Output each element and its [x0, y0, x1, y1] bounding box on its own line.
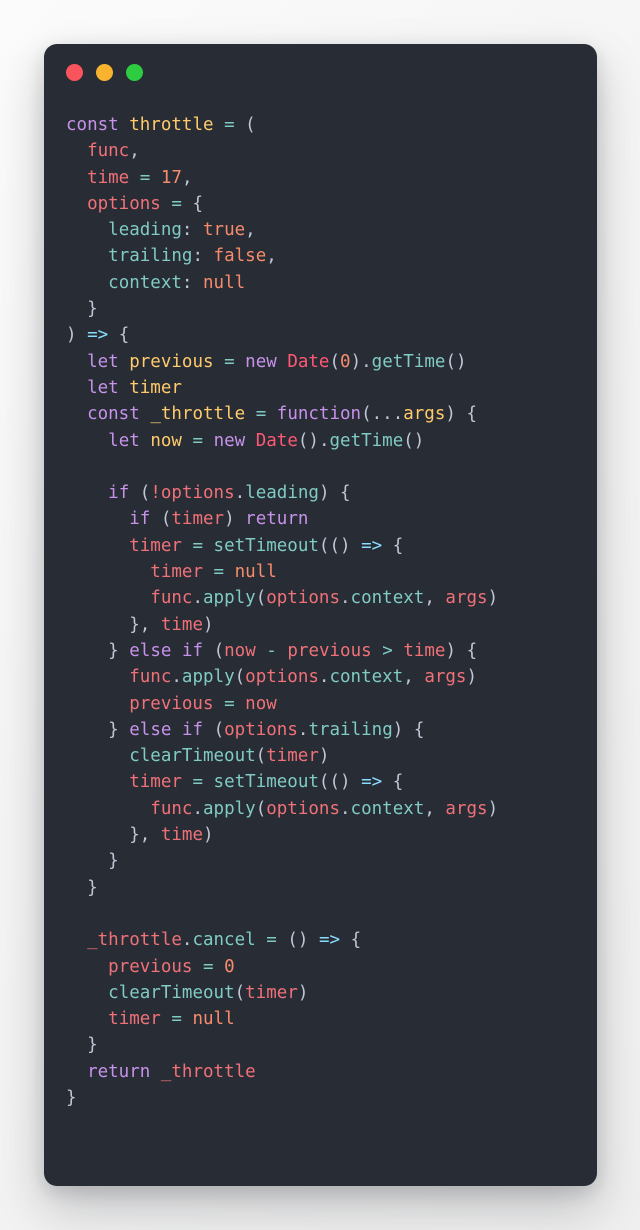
code-line: context: null [108, 272, 246, 293]
code-line: if (timer) return [129, 509, 309, 530]
code-line: } else if (now - previous > time) { [108, 640, 478, 661]
code-line: timer = setTimeout(() => { [129, 772, 404, 793]
code-line: }, time) [129, 825, 214, 846]
close-button-icon[interactable] [66, 63, 83, 81]
code-line: timer = null [150, 562, 277, 583]
code-line: } [108, 851, 119, 872]
screenshot-stage: const throttle = ( func, time = 17, opti… [0, 0, 640, 1230]
code-line: if (!options.leading) { [108, 483, 351, 504]
code-line: func, [87, 141, 140, 162]
code-window: const throttle = ( func, time = 17, opti… [44, 44, 597, 1186]
code-line: } [87, 1035, 98, 1056]
code-line: leading: true, [108, 220, 256, 241]
minimize-button-icon[interactable] [96, 63, 113, 81]
window-titlebar [44, 44, 597, 100]
code-line: func.apply(options.context, args) [150, 798, 499, 819]
code-line: timer = setTimeout(() => { [129, 535, 404, 556]
code-line: ) => { [66, 325, 130, 346]
code-line: clearTimeout(timer) [129, 746, 330, 767]
code-line: } [66, 1087, 77, 1108]
code-line: } [87, 299, 98, 320]
code-line: let timer [87, 377, 182, 398]
code-line: let previous = new Date(0).getTime() [87, 351, 467, 372]
code-line: previous = 0 [108, 956, 235, 977]
code-line: options = { [87, 193, 204, 214]
code-block[interactable]: const throttle = ( func, time = 17, opti… [44, 100, 597, 1111]
code-line: func.apply(options.context, args) [129, 667, 478, 688]
code-line: trailing: false, [108, 246, 277, 267]
code-line: }, time) [129, 614, 214, 635]
code-line: return _throttle [87, 1061, 256, 1082]
code-line: } else if (options.trailing) { [108, 719, 425, 740]
code-line: const _throttle = function(...args) { [87, 404, 478, 425]
code-line: timer = null [108, 1009, 235, 1030]
code-line: } [87, 877, 98, 898]
maximize-button-icon[interactable] [126, 63, 143, 81]
code-line: time = 17, [87, 167, 193, 188]
code-line: const throttle = ( [66, 115, 256, 135]
code-line: func.apply(options.context, args) [150, 588, 499, 609]
code-line: _throttle.cancel = () => { [87, 930, 362, 951]
code-line: let now = new Date().getTime() [108, 430, 425, 451]
code-line: clearTimeout(timer) [108, 982, 309, 1003]
code-line: previous = now [129, 693, 277, 714]
